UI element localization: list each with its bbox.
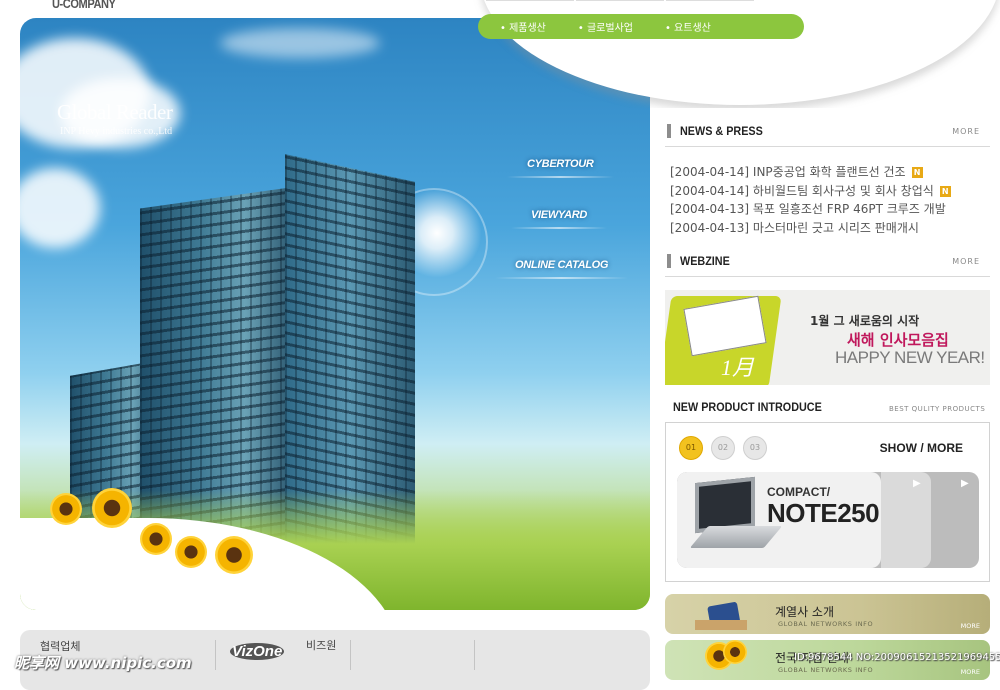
section-marker [667,254,671,268]
section-marker [667,124,671,138]
viewyard-link[interactable]: VIEWYARD [510,209,608,229]
webzine-line3: HAPPY NEW YEAR! [835,348,985,367]
sunflower-icon [50,493,82,525]
webzine-header: WEBZINE MORE [665,250,990,277]
sunflower-icon [723,640,747,664]
cloud [20,168,100,248]
sunflower-icon [175,536,207,568]
sunflower-icon [92,488,132,528]
page-dot-2[interactable]: 02 [711,436,735,460]
nav-item-production[interactable]: 제품생산 [500,19,546,34]
nav-item-yacht[interactable]: 요트생산 [665,19,711,34]
news-title: NEWS & PRESS [680,124,763,138]
sunflower-icon [215,536,253,574]
news-item[interactable]: [2004-04-13] 마스터마린 긋고 시리즈 판매개시 [670,219,990,238]
cybertour-link[interactable]: CYBERTOUR [507,158,614,178]
news-more-link[interactable]: MORE [952,127,980,136]
product-model: NOTE250 [767,498,880,528]
sunflower-icon [140,523,172,555]
product-card-stack [881,472,931,568]
new-product-panel: 01 02 03 SHOW / MORE COMPACT/ NOTE250 ▶ … [665,422,990,582]
desk-base [695,620,747,630]
new-badge: N [911,167,923,178]
webzine-line2: 새해 인사모음집 [847,331,949,349]
product-card[interactable]: COMPACT/ NOTE250 ▶ ▶ [677,472,979,568]
webzine-banner[interactable]: 1月 1월 그 새로움의 시작 새해 인사모음집 HAPPY NEW YEAR! [665,290,990,385]
online-catalog-link[interactable]: ONLINE CATALOG [494,259,629,279]
affiliate-title: 계열사 소개 [775,605,835,619]
partner-biz-label: 비즈원 [306,639,337,652]
month-badge: 1月 [721,355,755,380]
hero-subtitle: INP Hevy industries co.,Ltd [60,126,173,137]
new-badge: N [939,185,951,197]
product-card-front: COMPACT/ NOTE250 [677,472,881,568]
news-list: [2004-04-14] INP중공업 화학 플랜트선 건조 N [2004-04… [670,163,990,237]
webzine-more-link[interactable]: MORE [952,257,980,266]
company-logo[interactable]: U-COMPANY [52,0,116,11]
play-arrow-icon[interactable]: ▶ [913,478,921,489]
nav-item-global[interactable]: 글로벌사업 [578,19,633,34]
webzine-line1: 1월 그 새로움의 시작 [810,314,920,328]
affiliate-banner[interactable]: 계열사 소개 GLOBAL NETWORKS INFO MORE [665,594,990,634]
news-item[interactable]: [2004-04-14] 하비월드팀 회사구성 및 회사 창업식 N [670,182,990,201]
laptop-icon [695,476,755,534]
news-item[interactable]: [2004-04-13] 목포 일흥조선 FRP 46PT 크루즈 개발 [670,200,990,219]
news-item[interactable]: [2004-04-14] INP중공업 화학 플랜트선 건조 N [670,163,990,182]
news-header: NEWS & PRESS MORE [665,120,990,147]
webzine-title: WEBZINE [680,254,730,268]
show-more-link[interactable]: SHOW / MORE [880,441,963,455]
cloud [220,28,380,58]
affiliate-more: MORE [960,622,980,630]
page-dot-1[interactable]: 01 [679,436,703,460]
watermark-left: 昵享网 www.nipic.com [14,654,192,672]
affiliate-sub: GLOBAL NETWORKS INFO [778,620,874,628]
new-product-title: NEW PRODUCT INTRODUCE [673,400,822,414]
branch-sub: GLOBAL NETWORKS INFO [778,666,874,674]
page-dot-3[interactable]: 03 [743,436,767,460]
hero-title: Global Reader [57,100,173,124]
vizone-logo[interactable]: VizOne [230,643,285,660]
product-label: COMPACT/ [767,485,831,499]
branch-more: MORE [960,668,980,676]
watermark-right: ID:9678544 NO:20090615213521969455 [794,652,1000,663]
laptop-base [689,526,783,548]
new-product-subtitle: BEST QULITY PRODUCTS [889,405,986,413]
play-arrow-icon[interactable]: ▶ [961,478,969,489]
top-navigation: 제품생산 글로벌사업 요트생산 [478,0,804,39]
